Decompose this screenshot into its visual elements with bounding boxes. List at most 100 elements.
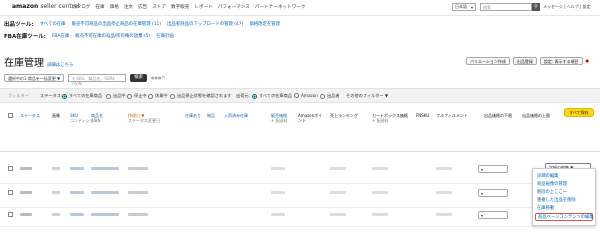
- status-badge: [20, 213, 32, 216]
- row-sku[interactable]: [70, 213, 84, 216]
- nav-orders[interactable]: 注文: [124, 4, 133, 10]
- search-icon[interactable]: ⚲: [532, 3, 540, 11]
- status-active-radio[interactable]: 出品中: [106, 93, 126, 99]
- tool-link-planning[interactable]: 在庫計画: [156, 33, 174, 39]
- fba-tools-label: FBA在庫ツール:: [4, 34, 46, 40]
- tool-link-pricing[interactable]: 価格改定を管理: [249, 21, 280, 27]
- col-inbound[interactable]: 入荷済み在庫: [224, 113, 248, 118]
- add-listing-button[interactable]: 出品登録: [512, 57, 537, 65]
- row-price[interactable]: [271, 213, 285, 216]
- tool-link-suppressed[interactable]: 販売不可商品の出品停止商品の在庫管理 (11): [72, 21, 161, 27]
- radio-selected-icon: [252, 93, 257, 99]
- chevron-down-icon: ▾: [470, 4, 473, 10]
- nav-partner-network[interactable]: パートナーネットワーク: [255, 4, 306, 10]
- row-min-price-select[interactable]: ▾: [478, 165, 508, 173]
- radio-icon: [106, 93, 111, 99]
- status-suppressed-radio[interactable]: 出品停止状態を確認されます: [170, 93, 231, 99]
- col-created-date[interactable]: 作成日 ▼ ステータス変更日: [128, 113, 160, 123]
- page-actions: バリエーション作成 出品登録 設定: 表示する項目 ●: [466, 57, 589, 65]
- nav-performance[interactable]: パフォーマンス: [218, 4, 250, 10]
- inventory-search-button[interactable]: 検索: [130, 74, 147, 82]
- more-filters-dropdown[interactable]: その他のフィルター ▼: [346, 93, 388, 99]
- learn-more-link[interactable]: 詳細はこちら: [47, 63, 73, 68]
- status-filter-label: ステータス:: [40, 93, 63, 98]
- tool-link-uploads[interactable]: 出品者商品のアップロードの管理 (47): [167, 21, 243, 27]
- tool-link-fba[interactable]: FBA在庫: [52, 33, 69, 39]
- row-price[interactable]: [271, 191, 285, 194]
- menu-item-manage-images[interactable]: 商品画像の管理: [537, 181, 567, 187]
- filter-label: フィルター:: [8, 93, 31, 98]
- listing-tools-row: 出品ツール: すべての在庫 販売不可商品の出品停止商品の在庫管理 (11) 出品…: [4, 20, 280, 28]
- col-status[interactable]: ステータス: [20, 113, 40, 118]
- menu-item-match-lowest-price[interactable]: 削除の上ここ一: [537, 189, 567, 195]
- row-checkbox[interactable]: [8, 166, 13, 171]
- seller-central-logo[interactable]: amazon seller central: [12, 3, 80, 10]
- status-closed-radio[interactable]: 休業中: [148, 93, 168, 99]
- row-cart-price: [372, 167, 388, 170]
- row-fulfillment: [436, 167, 452, 170]
- header-links[interactable]: メッセージ | ヘルプ | 設定: [543, 4, 591, 10]
- row-fulfillment: [436, 213, 452, 216]
- row-checkbox[interactable]: [8, 212, 13, 217]
- nav-inventory[interactable]: 在庫: [95, 4, 104, 10]
- row-sales-rank: [330, 167, 346, 170]
- fulfill-amazon-radio[interactable]: Amazon: [294, 93, 318, 98]
- status-all-radio[interactable]: すべての在庫商品: [62, 93, 102, 99]
- row-min-price-select[interactable]: ▾: [478, 211, 508, 219]
- col-product[interactable]: 商品名 ASIN: [91, 113, 103, 123]
- col-available[interactable]: 在庫あり: [185, 113, 201, 118]
- fulfill-merchant-radio[interactable]: 出品者: [320, 93, 340, 99]
- nav-reports[interactable]: レポート: [194, 4, 212, 10]
- filter-bar: フィルター: ステータス: すべての在庫商品 出品中 停止中 休業中 出品停止状…: [0, 88, 600, 103]
- menu-item-delete-duplicate[interactable]: 重複した出品を削除: [537, 197, 576, 203]
- col-price[interactable]: 販売価格 + 配送料: [271, 113, 288, 123]
- col-fee[interactable]: 物品: [207, 113, 215, 118]
- fulfill-all-radio[interactable]: すべての在庫商品: [252, 93, 292, 99]
- save-all-button[interactable]: すべて保存: [564, 108, 594, 117]
- column-settings-button[interactable]: 設定: 表示する項目: [539, 57, 583, 65]
- nav-stores[interactable]: ストア: [152, 4, 166, 10]
- page-title: 在庫管理 詳細はこちら: [4, 58, 74, 69]
- nav-pricing[interactable]: 価格: [110, 4, 119, 10]
- language-select[interactable]: 日本語 ▾: [452, 3, 476, 11]
- row-product-name[interactable]: [91, 213, 119, 216]
- col-image: 画像: [52, 113, 60, 118]
- row-created-date: [128, 191, 148, 194]
- product-thumbnail: [52, 213, 60, 216]
- table-row: ▾: [0, 184, 535, 208]
- row-sku[interactable]: [70, 191, 84, 194]
- status-badge: [20, 167, 32, 170]
- inventory-toolbar: 選択中の1 商品を一括変更 ▼ ⚲ SKU、製品名、ISBN、ASIN 検索 ●…: [4, 74, 165, 86]
- radio-icon: [320, 93, 325, 99]
- row-product-name[interactable]: [91, 167, 119, 170]
- bulk-action-select[interactable]: 選択中の1 商品を一括変更 ▼: [4, 74, 65, 82]
- row-sku[interactable]: [70, 167, 84, 170]
- col-amazon-points: Amazonポイント: [298, 113, 323, 123]
- product-thumbnail: [52, 167, 60, 170]
- menu-item-edit-details[interactable]: 詳細の編集: [537, 173, 558, 179]
- help-indicator[interactable]: ●: [586, 57, 590, 65]
- radio-selected-icon: [62, 93, 67, 99]
- menu-item-move-inventory[interactable]: 在庫移動: [537, 205, 554, 211]
- row-min-price-select[interactable]: ▾: [478, 189, 508, 197]
- nav-digital[interactable]: 数字販売: [171, 4, 189, 10]
- status-inactive-radio[interactable]: 停止中: [127, 93, 147, 99]
- chevron-down-icon: ▾: [481, 191, 484, 196]
- row-product-name[interactable]: [91, 191, 119, 194]
- tool-link-all-inventory[interactable]: すべての在庫: [40, 21, 66, 27]
- fulfill-filter-label: 出荷元:: [236, 93, 250, 98]
- header-search-input[interactable]: 検索: [480, 3, 532, 11]
- row-cart-price: [372, 191, 388, 194]
- nav-advertising[interactable]: 広告: [138, 4, 147, 10]
- select-all-checkbox[interactable]: [8, 113, 13, 118]
- row-sales-rank: [330, 213, 346, 216]
- menu-item-edit-page-content[interactable]: 商品ページコンテンツの編集: [535, 213, 594, 221]
- create-variation-button[interactable]: バリエーション作成: [466, 57, 510, 65]
- top-navigation-bar: amazon seller central カタログ 在庫 価格 注文 広告 ス…: [0, 0, 600, 16]
- row-price[interactable]: [271, 167, 285, 170]
- tool-link-removal[interactable]: 販売不可在庫の返品/所有権の放棄 (5): [75, 33, 150, 39]
- status-badge: [20, 191, 32, 194]
- inventory-search-input[interactable]: ⚲ SKU、製品名、ISBN、ASIN: [68, 74, 127, 86]
- nav-catalog[interactable]: カタログ: [72, 4, 90, 10]
- row-checkbox[interactable]: [8, 190, 13, 195]
